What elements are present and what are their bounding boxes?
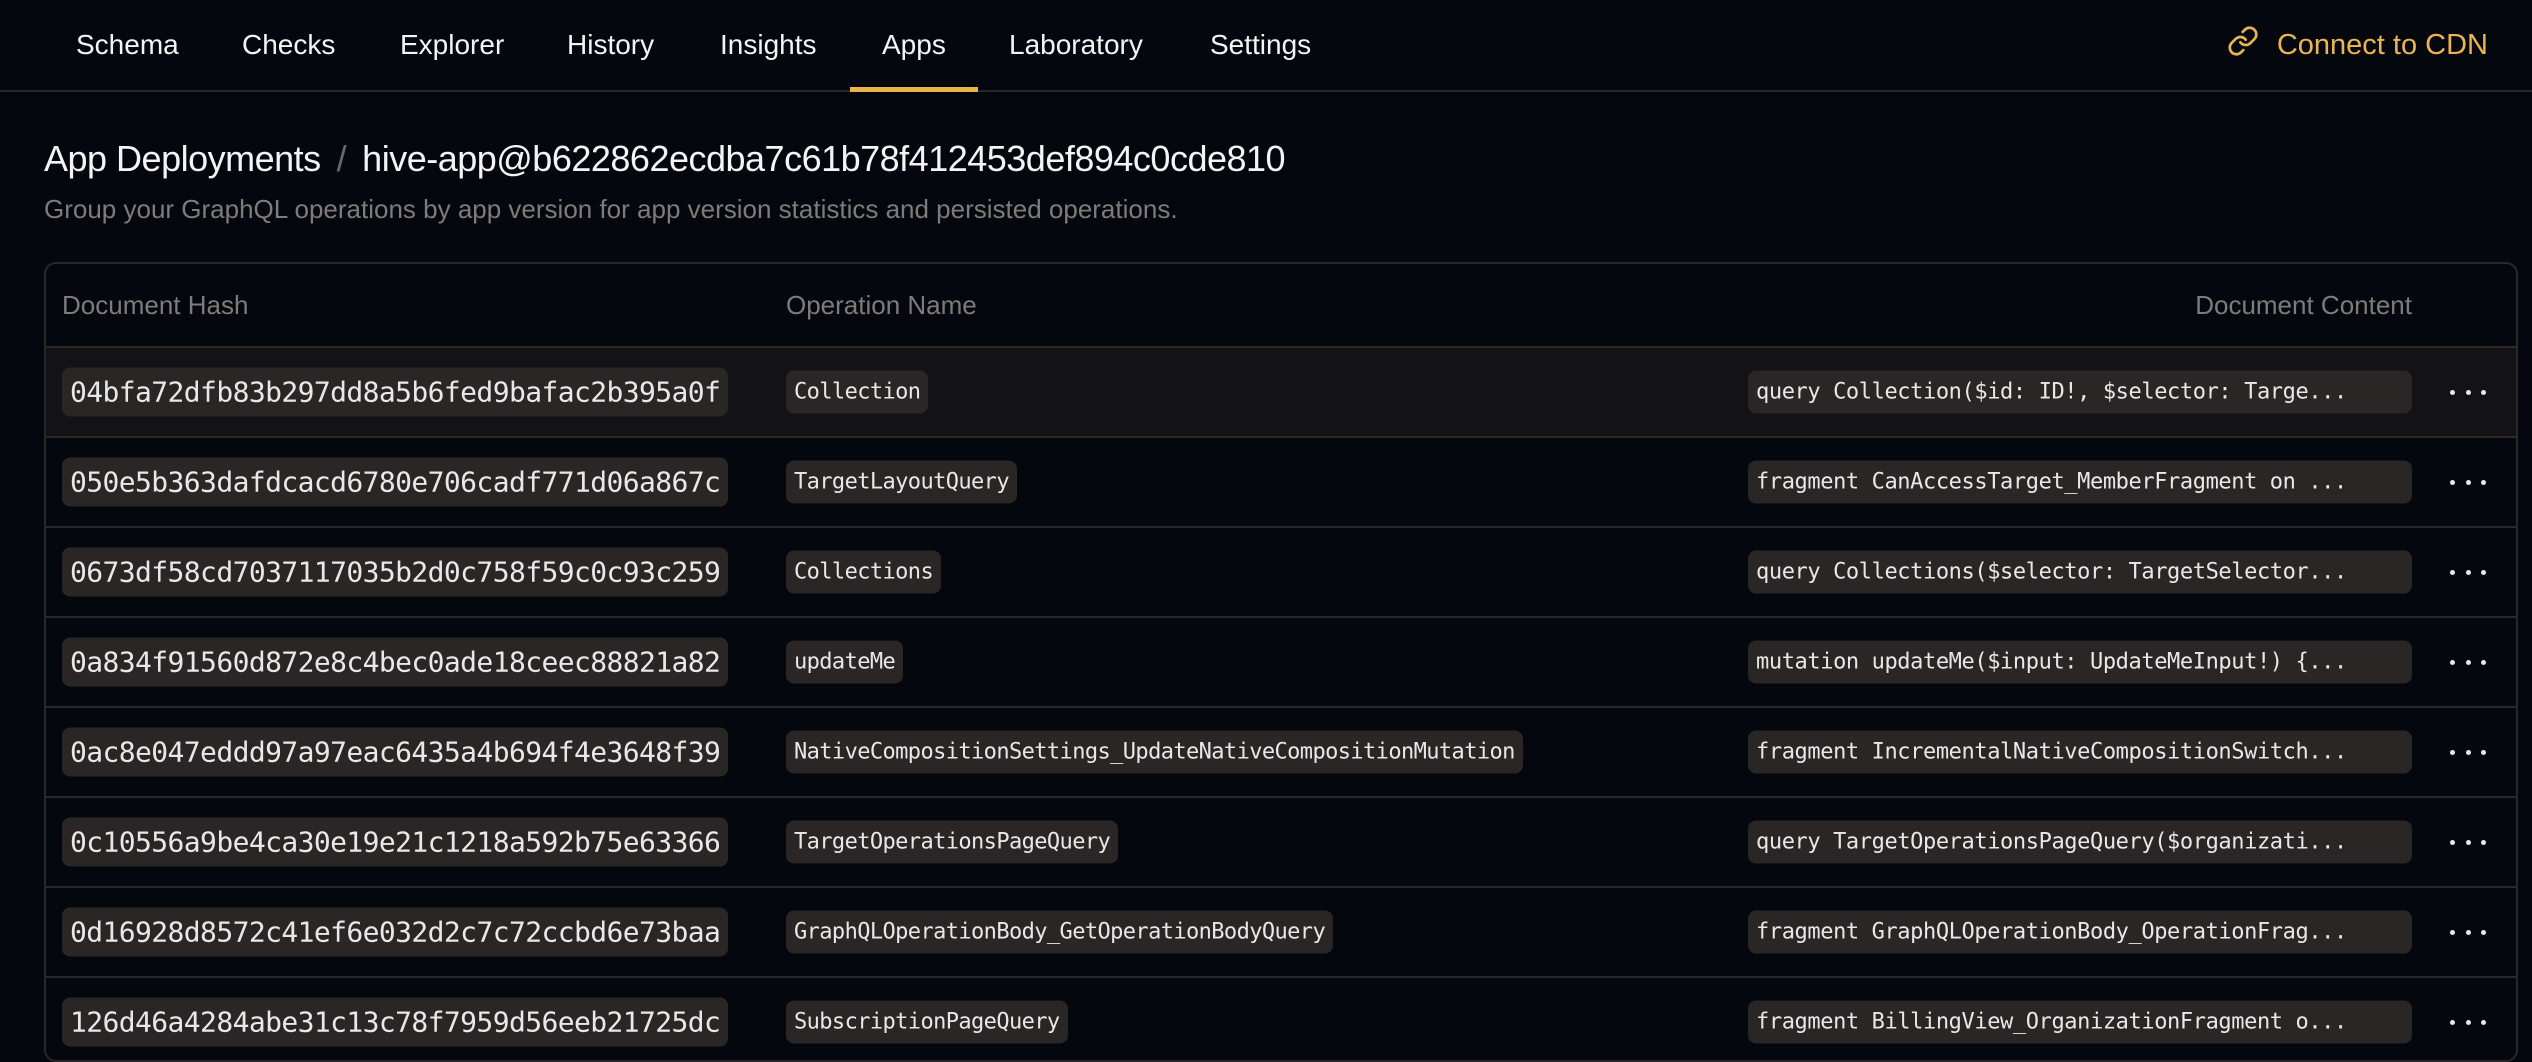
document-hash: 050e5b363dafdcacd6780e706cadf771d06a867c bbox=[62, 457, 729, 507]
table-row[interactable]: 0673df58cd7037117035b2d0c758f59c0c93c259… bbox=[46, 528, 2516, 618]
tab-schema[interactable]: Schema bbox=[76, 0, 179, 90]
top-navigation: Schema Checks Explorer History Insights … bbox=[0, 0, 2532, 92]
document-content: fragment GraphQLOperationBody_OperationF… bbox=[1748, 910, 2412, 954]
document-content: fragment CanAccessTarget_MemberFragment … bbox=[1748, 460, 2412, 504]
tab-insights[interactable]: Insights bbox=[720, 0, 817, 90]
tab-explorer[interactable]: Explorer bbox=[400, 0, 504, 90]
documents-table: Document Hash Operation Name Document Co… bbox=[44, 262, 2518, 1062]
breadcrumb: App Deployments / hive-app@b622862ecdba7… bbox=[44, 138, 1286, 180]
breadcrumb-separator: / bbox=[336, 138, 347, 179]
operation-name: TargetLayoutQuery bbox=[786, 460, 1017, 504]
document-content: mutation updateMe($input: UpdateMeInput!… bbox=[1748, 640, 2412, 684]
page-title: hive-app@b622862ecdba7c61b78f412453def89… bbox=[362, 138, 1286, 179]
tab-apps[interactable]: Apps bbox=[850, 0, 978, 92]
ellipsis-icon[interactable] bbox=[2450, 1010, 2486, 1034]
tab-settings[interactable]: Settings bbox=[1210, 0, 1311, 90]
page-description: Group your GraphQL operations by app ver… bbox=[44, 194, 1178, 224]
table-row[interactable]: 0ac8e047eddd97a97eac6435a4b694f4e3648f39… bbox=[46, 708, 2516, 798]
link-icon bbox=[2227, 25, 2259, 65]
operation-name: NativeCompositionSettings_UpdateNativeCo… bbox=[786, 730, 1523, 774]
document-hash: 0c10556a9be4ca30e19e21c1218a592b75e63366 bbox=[62, 817, 729, 867]
table-row[interactable]: 0a834f91560d872e8c4bec0ade18ceec88821a82… bbox=[46, 618, 2516, 708]
ellipsis-icon[interactable] bbox=[2450, 650, 2486, 674]
document-content: fragment BillingView_OrganizationFragmen… bbox=[1748, 1000, 2412, 1044]
ellipsis-icon[interactable] bbox=[2450, 740, 2486, 764]
operation-name: Collections bbox=[786, 550, 942, 594]
document-hash: 0a834f91560d872e8c4bec0ade18ceec88821a82 bbox=[62, 637, 729, 687]
document-content: fragment IncrementalNativeCompositionSwi… bbox=[1748, 730, 2412, 774]
tab-history[interactable]: History bbox=[567, 0, 654, 90]
ellipsis-icon[interactable] bbox=[2450, 830, 2486, 854]
table-body: 04bfa72dfb83b297dd8a5b6fed9bafac2b395a0f… bbox=[46, 348, 2516, 1060]
table-row[interactable]: 04bfa72dfb83b297dd8a5b6fed9bafac2b395a0f… bbox=[46, 348, 2516, 438]
table-row[interactable]: 0d16928d8572c41ef6e032d2c7c72ccbd6e73baa… bbox=[46, 888, 2516, 978]
document-hash: 0ac8e047eddd97a97eac6435a4b694f4e3648f39 bbox=[62, 727, 729, 777]
operation-name: GraphQLOperationBody_GetOperationBodyQue… bbox=[786, 910, 1334, 954]
operation-name: TargetOperationsPageQuery bbox=[786, 820, 1119, 864]
column-header-document-hash: Document Hash bbox=[62, 289, 249, 320]
table-header: Document Hash Operation Name Document Co… bbox=[46, 264, 2516, 348]
tab-checks[interactable]: Checks bbox=[242, 0, 335, 90]
table-row[interactable]: 0c10556a9be4ca30e19e21c1218a592b75e63366… bbox=[46, 798, 2516, 888]
document-content: query Collection($id: ID!, $selector: Ta… bbox=[1748, 370, 2412, 414]
operation-name: SubscriptionPageQuery bbox=[786, 1000, 1068, 1044]
operation-name: updateMe bbox=[786, 640, 904, 684]
column-header-document-content: Document Content bbox=[2195, 289, 2412, 320]
document-hash: 0673df58cd7037117035b2d0c758f59c0c93c259 bbox=[62, 547, 729, 597]
document-hash: 0d16928d8572c41ef6e032d2c7c72ccbd6e73baa bbox=[62, 907, 729, 957]
operation-name: Collection bbox=[786, 370, 929, 414]
document-content: query TargetOperationsPageQuery($organiz… bbox=[1748, 820, 2412, 864]
breadcrumb-app-deployments[interactable]: App Deployments bbox=[44, 138, 321, 180]
connect-to-cdn-button[interactable]: Connect to CDN bbox=[2227, 0, 2488, 90]
ellipsis-icon[interactable] bbox=[2450, 380, 2486, 404]
tab-laboratory[interactable]: Laboratory bbox=[1009, 0, 1143, 90]
ellipsis-icon[interactable] bbox=[2450, 470, 2486, 494]
column-header-operation-name: Operation Name bbox=[786, 289, 977, 320]
document-content: query Collections($selector: TargetSelec… bbox=[1748, 550, 2412, 594]
ellipsis-icon[interactable] bbox=[2450, 560, 2486, 584]
document-hash: 126d46a4284abe31c13c78f7959d56eeb21725dc bbox=[62, 997, 729, 1047]
document-hash: 04bfa72dfb83b297dd8a5b6fed9bafac2b395a0f bbox=[62, 367, 729, 417]
ellipsis-icon[interactable] bbox=[2450, 920, 2486, 944]
connect-to-cdn-label: Connect to CDN bbox=[2276, 28, 2488, 61]
table-row[interactable]: 126d46a4284abe31c13c78f7959d56eeb21725dc… bbox=[46, 978, 2516, 1060]
table-row[interactable]: 050e5b363dafdcacd6780e706cadf771d06a867c… bbox=[46, 438, 2516, 528]
